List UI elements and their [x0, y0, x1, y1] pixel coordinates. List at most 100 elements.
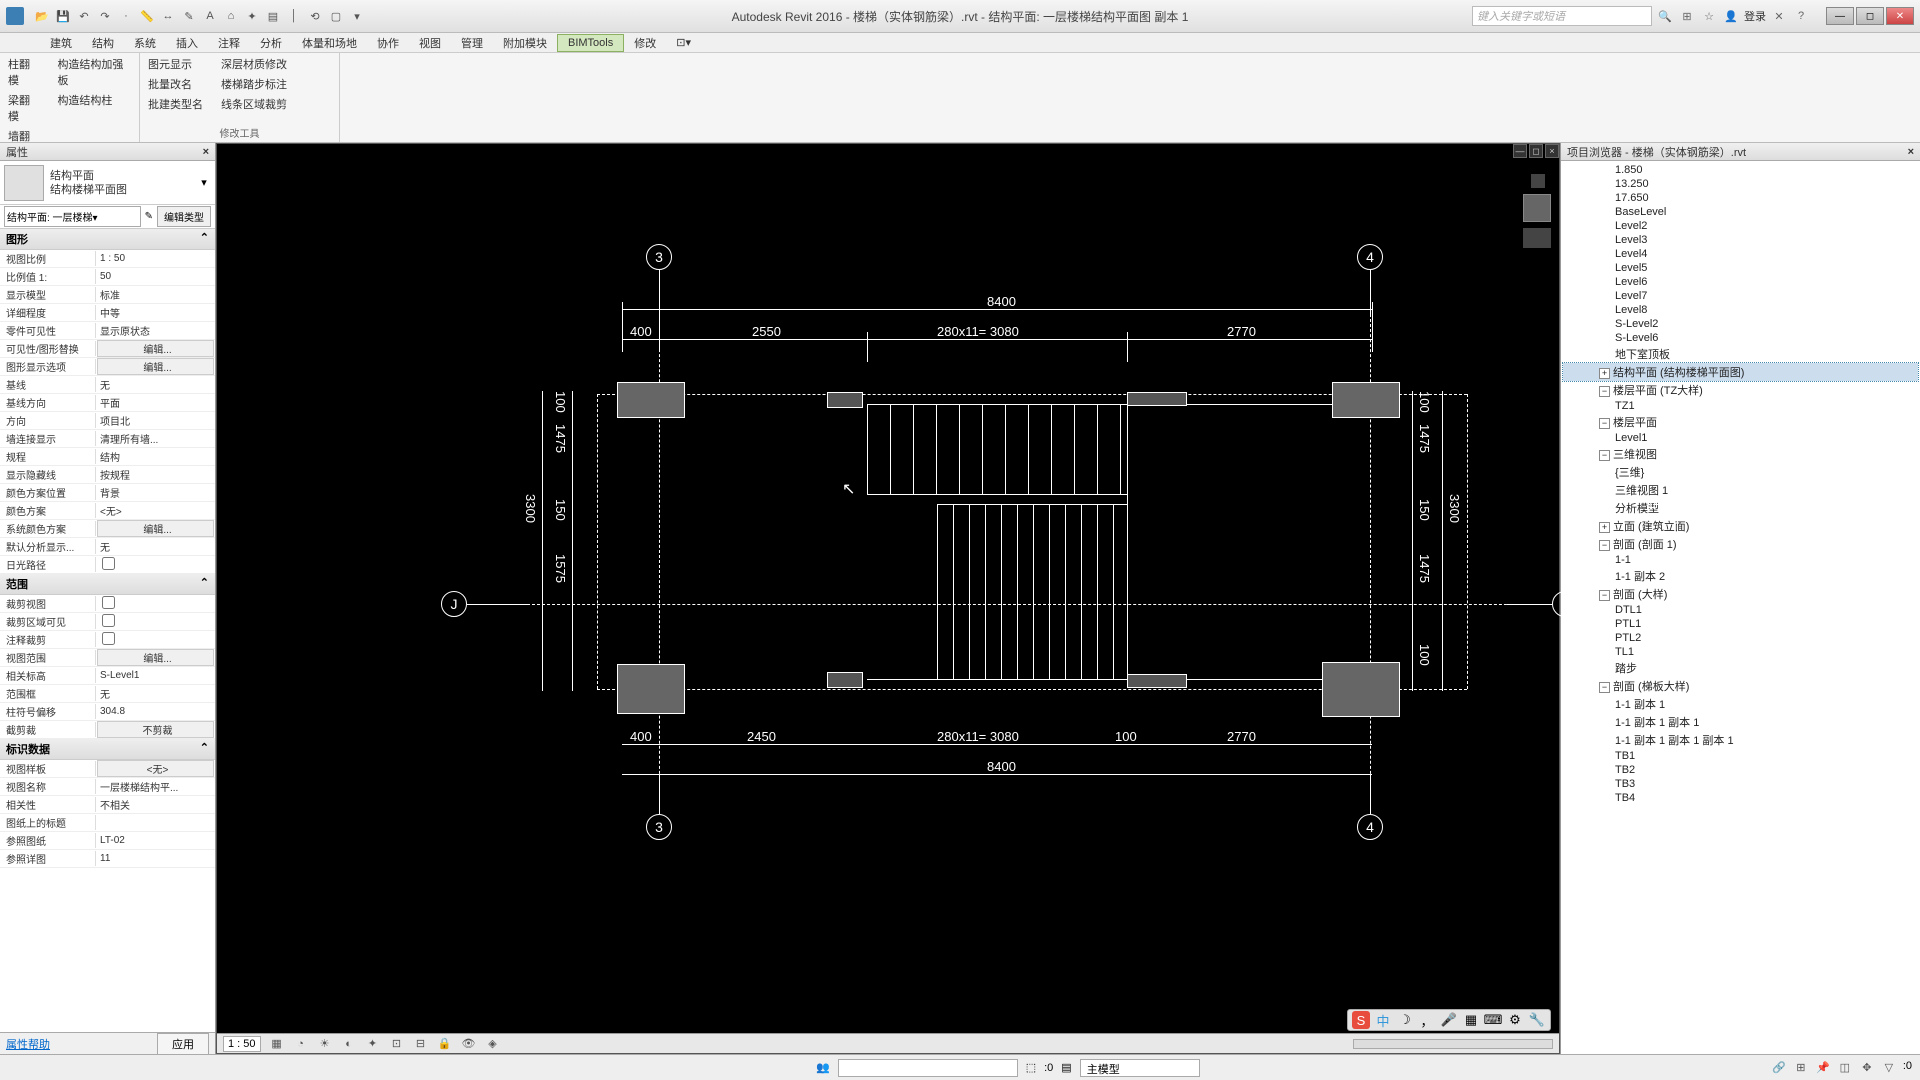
editable-icon[interactable]: ⬚ [1026, 1061, 1036, 1074]
close-button[interactable]: ✕ [1886, 7, 1914, 25]
fav-icon[interactable]: ☆ [1700, 7, 1718, 25]
tree-item[interactable]: 地下室顶板 [1563, 345, 1918, 363]
ime-logo-icon[interactable]: S [1352, 1011, 1370, 1029]
ime-punct-icon[interactable]: ， [1418, 1011, 1436, 1029]
prop-value[interactable]: 无 [96, 539, 215, 554]
nav-arrow-icon[interactable] [1523, 228, 1551, 248]
prop-row[interactable]: 范围框无 [0, 685, 215, 703]
ime-moon-icon[interactable]: ☽ [1396, 1011, 1414, 1029]
tree-item[interactable]: 1.850 [1563, 163, 1918, 177]
reveal-icon[interactable]: ◈ [485, 1036, 501, 1052]
tree-item[interactable]: 1-1 [1563, 553, 1918, 567]
redo-icon[interactable]: ↷ [96, 7, 114, 25]
view3d-icon[interactable]: ⌂ [222, 7, 240, 25]
menu-分析[interactable]: 分析 [250, 33, 292, 53]
menu-附加模块[interactable]: 附加模块 [493, 33, 557, 53]
tree-item[interactable]: Level7 [1563, 289, 1918, 303]
prop-value[interactable]: 编辑... [97, 340, 214, 357]
column[interactable] [617, 664, 685, 714]
prop-row[interactable]: 裁剪区域可见 [0, 613, 215, 631]
prop-value[interactable]: 无 [96, 686, 215, 701]
grid-bubble-3b[interactable]: 3 [646, 814, 672, 840]
tree-item[interactable]: 17.650 [1563, 191, 1918, 205]
temp-hide-icon[interactable]: 👁 [461, 1036, 477, 1052]
select-pinned-icon[interactable]: 📌 [1815, 1060, 1831, 1076]
browser-tree[interactable]: 1.85013.25017.650BaseLevelLevel2Level3Le… [1561, 161, 1920, 1054]
instance-selector[interactable]: 结构平面: 一层楼梯▾ [4, 206, 141, 227]
ribbon-btn[interactable]: 批建类型名 [146, 95, 205, 113]
prop-value[interactable]: 编辑... [97, 649, 214, 666]
select-face-icon[interactable]: ◫ [1837, 1060, 1853, 1076]
tree-item[interactable]: 1-1 副本 1 副本 1 [1563, 713, 1918, 731]
design-opts-icon[interactable]: ▤ [1061, 1061, 1071, 1074]
prop-row[interactable]: 默认分析显示...无 [0, 538, 215, 556]
open-icon[interactable]: 📂 [33, 7, 51, 25]
prop-row[interactable]: 详细程度中等 [0, 304, 215, 322]
prop-row[interactable]: 系统颜色方案编辑... [0, 520, 215, 538]
beam[interactable] [1127, 674, 1187, 688]
tree-item[interactable]: 三维视图 1 [1563, 481, 1918, 499]
beam[interactable] [827, 672, 863, 688]
prop-row[interactable]: 柱符号偏移304.8 [0, 703, 215, 721]
prop-value[interactable]: 按规程 [96, 467, 215, 482]
ribbon-btn[interactable]: 柱翻模 [6, 55, 41, 89]
view-close-icon[interactable]: × [1545, 144, 1559, 158]
properties-body[interactable]: 图形⌃视图比例1 : 50比例值 1:50显示模型标准详细程度中等零件可见性显示… [0, 229, 215, 1032]
prop-value[interactable]: S-Level1 [96, 670, 215, 681]
ribbon-btn[interactable]: 图元显示 [146, 55, 205, 73]
prop-row[interactable]: 显示隐藏线按规程 [0, 466, 215, 484]
home-icon[interactable] [1531, 174, 1545, 188]
tree-item[interactable]: 13.250 [1563, 177, 1918, 191]
ime-tool-icon[interactable]: 🔧 [1528, 1011, 1546, 1029]
grid-bubble-4[interactable]: 4 [1357, 244, 1383, 270]
grid-bubble-4b[interactable]: 4 [1357, 814, 1383, 840]
tree-item[interactable]: −三维视图 [1563, 445, 1918, 463]
ime-lang-icon[interactable]: 中 [1374, 1011, 1392, 1029]
app-logo[interactable] [6, 7, 24, 25]
section-icon[interactable]: ✦ [243, 7, 261, 25]
prop-row[interactable]: 零件可见性显示原状态 [0, 322, 215, 340]
drag-icon[interactable]: ✥ [1859, 1060, 1875, 1076]
sync-icon[interactable]: ⟲ [306, 7, 324, 25]
tree-item[interactable]: −剖面 (大样) [1563, 585, 1918, 603]
menu-修改[interactable]: 修改 [624, 33, 666, 53]
properties-help-link[interactable]: 属性帮助 [6, 1036, 50, 1052]
tree-item[interactable]: TB2 [1563, 763, 1918, 777]
maximize-button[interactable]: ◻ [1856, 7, 1884, 25]
view-minimize-icon[interactable]: — [1513, 144, 1527, 158]
prop-row[interactable]: 参照图纸LT-02 [0, 832, 215, 850]
print-icon[interactable]: · [117, 7, 135, 25]
ribbon-btn[interactable]: 构造结构加强板 [55, 55, 133, 89]
workset-selector[interactable] [838, 1059, 1018, 1077]
menu-协作[interactable]: 协作 [367, 33, 409, 53]
prop-value[interactable]: <无> [97, 760, 214, 777]
prop-value[interactable]: 项目北 [96, 413, 215, 428]
grid-bubble-Jb[interactable]: J [1552, 591, 1578, 617]
prop-value[interactable]: 无 [96, 377, 215, 392]
crop-show-icon[interactable]: ⊟ [413, 1036, 429, 1052]
prop-row[interactable]: 规程结构 [0, 448, 215, 466]
detail-icon[interactable]: ▦ [269, 1036, 285, 1052]
sheet-icon[interactable]: ▤ [264, 7, 282, 25]
select-underlay-icon[interactable]: ⊞ [1793, 1060, 1809, 1076]
beam[interactable] [1127, 392, 1187, 406]
grid-bubble-3[interactable]: 3 [646, 244, 672, 270]
window-icon[interactable]: ▢ [327, 7, 345, 25]
search-input[interactable]: 键入关键字或短语 [1472, 6, 1652, 26]
menu-结构[interactable]: 结构 [82, 33, 124, 53]
prop-value[interactable]: 50 [96, 271, 215, 282]
tree-item[interactable]: {三维} [1563, 463, 1918, 481]
prop-row[interactable]: 比例值 1:50 [0, 268, 215, 286]
prop-category[interactable]: 标识数据⌃ [0, 739, 215, 760]
filter-icon[interactable]: ▽ [1881, 1060, 1897, 1076]
tree-item[interactable]: Level6 [1563, 275, 1918, 289]
ribbon-btn[interactable]: 楼梯踏步标注 [219, 75, 289, 93]
prop-value[interactable]: 一层楼梯结构平... [96, 779, 215, 794]
prop-value[interactable]: 标准 [96, 287, 215, 302]
prop-row[interactable]: 可见性/图形替换编辑... [0, 340, 215, 358]
prop-value[interactable]: 显示原状态 [96, 323, 215, 338]
prop-row[interactable]: 基线方向平面 [0, 394, 215, 412]
prop-value[interactable]: 11 [96, 853, 215, 864]
ribbon-btn[interactable]: 构造结构柱 [55, 91, 133, 109]
tree-item[interactable]: Level4 [1563, 247, 1918, 261]
